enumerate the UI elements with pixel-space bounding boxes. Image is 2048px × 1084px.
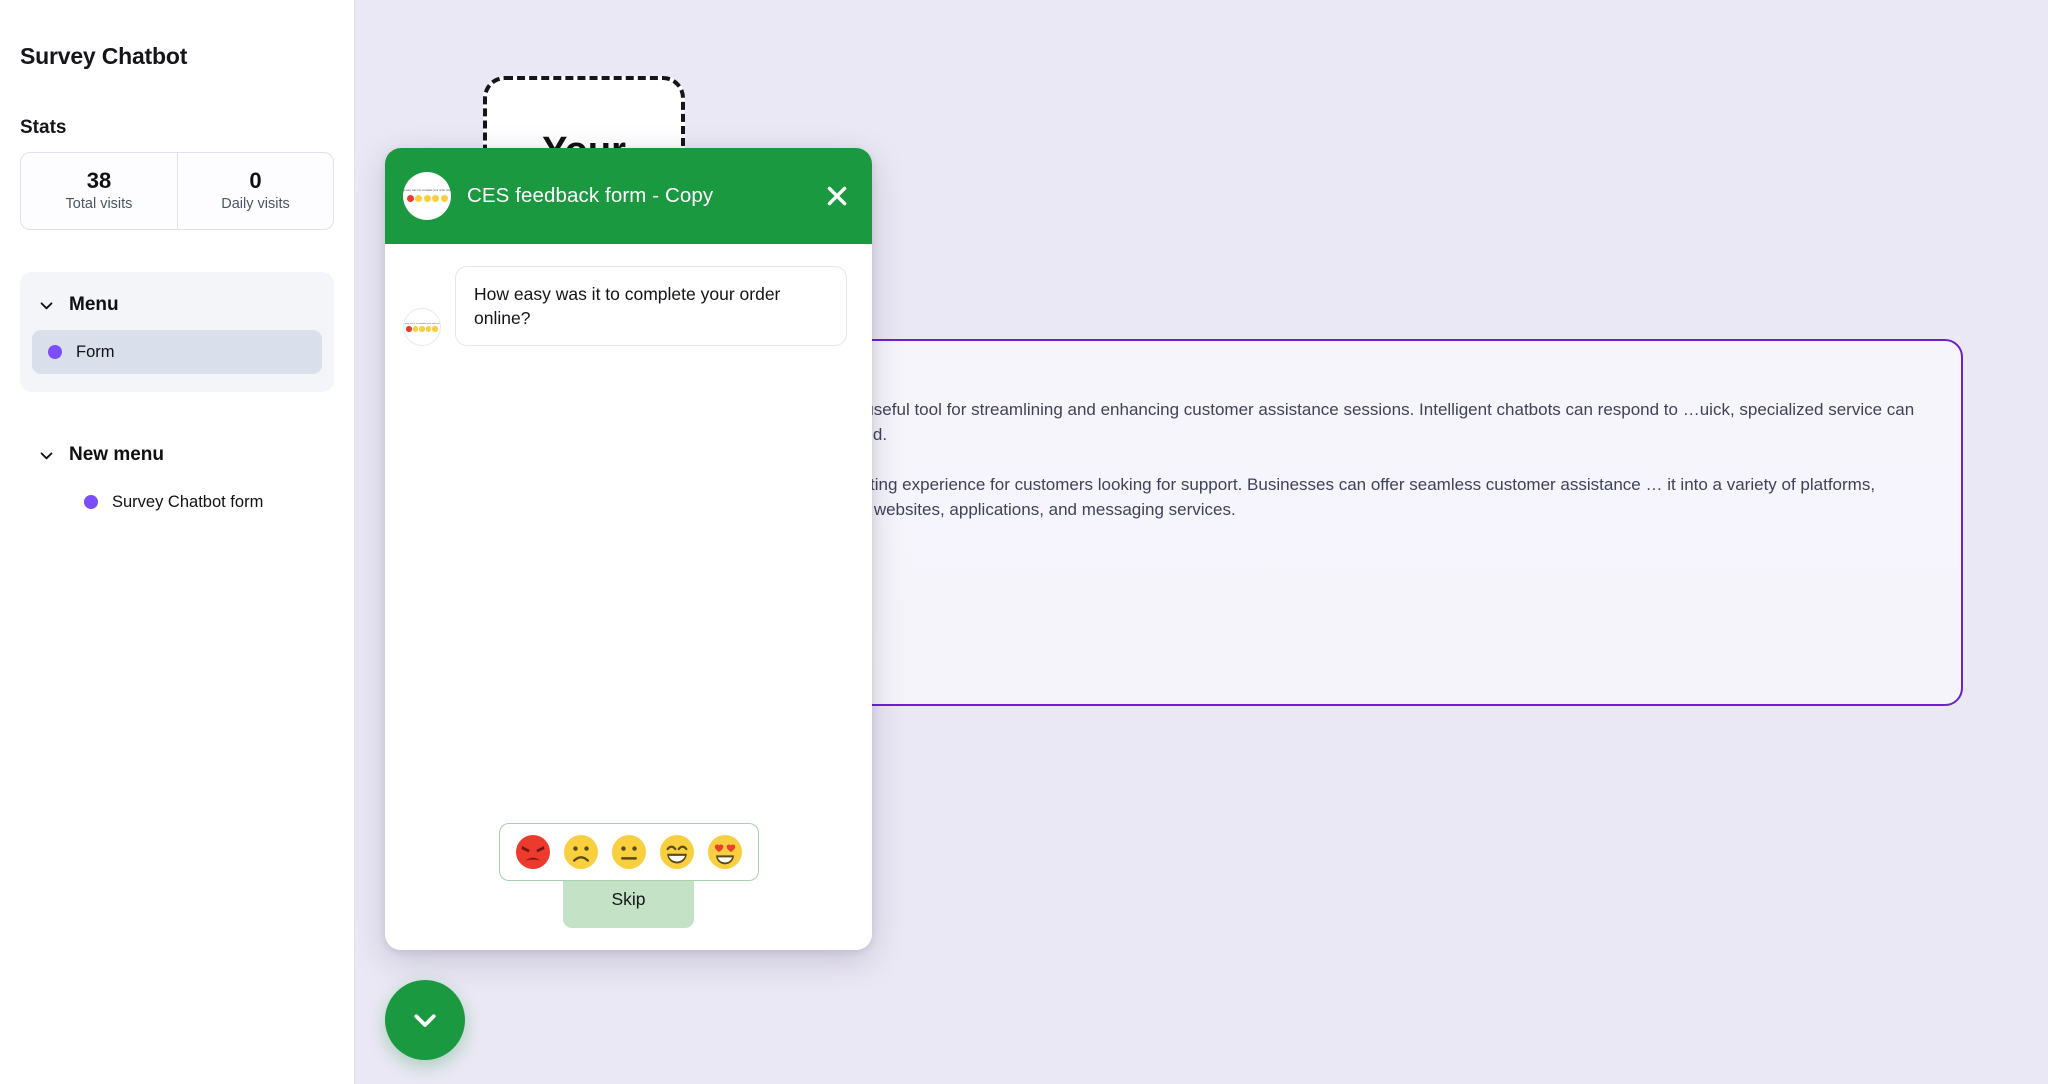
page-title: Survey Chatbot xyxy=(20,43,188,69)
heart-eyes-face-icon[interactable] xyxy=(707,835,742,869)
neutral-face-icon[interactable] xyxy=(611,835,646,869)
frowning-face-icon xyxy=(412,326,419,332)
chat-message-bubble: How easy was it to complete your order o… xyxy=(455,266,847,347)
survey-avatar-icon: How easy was it to complete your order o… xyxy=(403,308,441,347)
article-card: …e is a useful tool for streamlining and… xyxy=(752,339,1963,706)
sidebar-group-new-menu-header[interactable]: New menu xyxy=(20,434,334,476)
stat-daily-visits: 0 Daily visits xyxy=(177,153,333,229)
sidebar-item-form[interactable]: Form xyxy=(32,330,322,374)
grinning-face-icon xyxy=(432,194,439,202)
sidebar-item-label: Form xyxy=(76,342,115,361)
emoji-rating-scale xyxy=(498,823,759,881)
chevron-down-icon xyxy=(38,297,55,314)
stat-label: Daily visits xyxy=(221,196,290,213)
grinning-face-icon[interactable] xyxy=(659,835,694,869)
avatar-emoji-row xyxy=(406,194,448,202)
frowning-face-icon[interactable] xyxy=(563,835,598,869)
sidebar-group-menu: Menu Form xyxy=(20,272,334,392)
chat-widget-footer: Skip xyxy=(385,823,872,950)
sidebar: Survey Chatbot Stats 38 Total visits 0 D… xyxy=(0,0,355,1084)
sidebar-item-label: Survey Chatbot form xyxy=(112,492,264,511)
heart-eyes-face-icon xyxy=(440,194,448,202)
grinning-face-icon xyxy=(425,326,432,332)
avatar-caption: How easy was it to complete your order o… xyxy=(404,322,440,325)
chat-launcher-button[interactable] xyxy=(385,980,465,1060)
stats-card: 38 Total visits 0 Daily visits xyxy=(20,152,334,230)
chevron-down-icon xyxy=(38,447,55,464)
stat-value: 0 xyxy=(249,168,262,194)
bullet-dot-icon xyxy=(48,345,62,359)
stat-label: Total visits xyxy=(65,196,133,213)
frowning-face-icon xyxy=(415,194,422,202)
chevron-down-icon xyxy=(410,1005,440,1035)
main-canvas: Your …e is a useful tool for streamlinin… xyxy=(355,0,2048,1084)
chat-message: How easy was it to complete your order o… xyxy=(403,266,852,347)
chat-widget-header: How easy was it to complete your order o… xyxy=(385,148,872,244)
chat-widget-title: CES feedback form - Copy xyxy=(467,184,714,207)
article-paragraph: …interesting experience for customers lo… xyxy=(802,474,1876,519)
sidebar-new-menu-items: Survey Chatbot form xyxy=(20,480,334,524)
neutral-face-icon xyxy=(423,194,431,202)
sidebar-group-new-menu: New menu Survey Chatbot form xyxy=(20,434,334,524)
avatar-emoji-row xyxy=(406,326,438,332)
angry-face-icon xyxy=(406,194,414,202)
close-icon[interactable] xyxy=(824,183,850,209)
heart-eyes-face-icon xyxy=(432,326,438,332)
app-root: Survey Chatbot Stats 38 Total visits 0 D… xyxy=(0,0,2048,1084)
neutral-face-icon xyxy=(419,326,425,332)
stats-heading: Stats xyxy=(20,117,67,138)
sidebar-group-title: Menu xyxy=(69,294,119,315)
angry-face-icon[interactable] xyxy=(515,835,550,869)
bullet-dot-icon xyxy=(84,495,98,509)
survey-avatar-icon: How easy was it to complete your order o… xyxy=(403,172,451,220)
angry-face-icon xyxy=(406,326,412,332)
avatar-caption: How easy was it to complete your order o… xyxy=(403,188,451,193)
chat-widget: How easy was it to complete your order o… xyxy=(385,148,872,950)
stat-value: 38 xyxy=(86,168,112,194)
sidebar-group-title: New menu xyxy=(69,444,165,465)
article-paragraph: …e is a useful tool for streamlining and… xyxy=(802,400,1915,444)
sidebar-group-menu-header[interactable]: Menu xyxy=(20,284,334,326)
sidebar-item-survey-chatbot-form[interactable]: Survey Chatbot form xyxy=(32,480,322,524)
stat-total-visits: 38 Total visits xyxy=(21,153,177,229)
sidebar-menu-items: Form xyxy=(20,330,334,374)
chat-message-list: How easy was it to complete your order o… xyxy=(385,244,872,950)
